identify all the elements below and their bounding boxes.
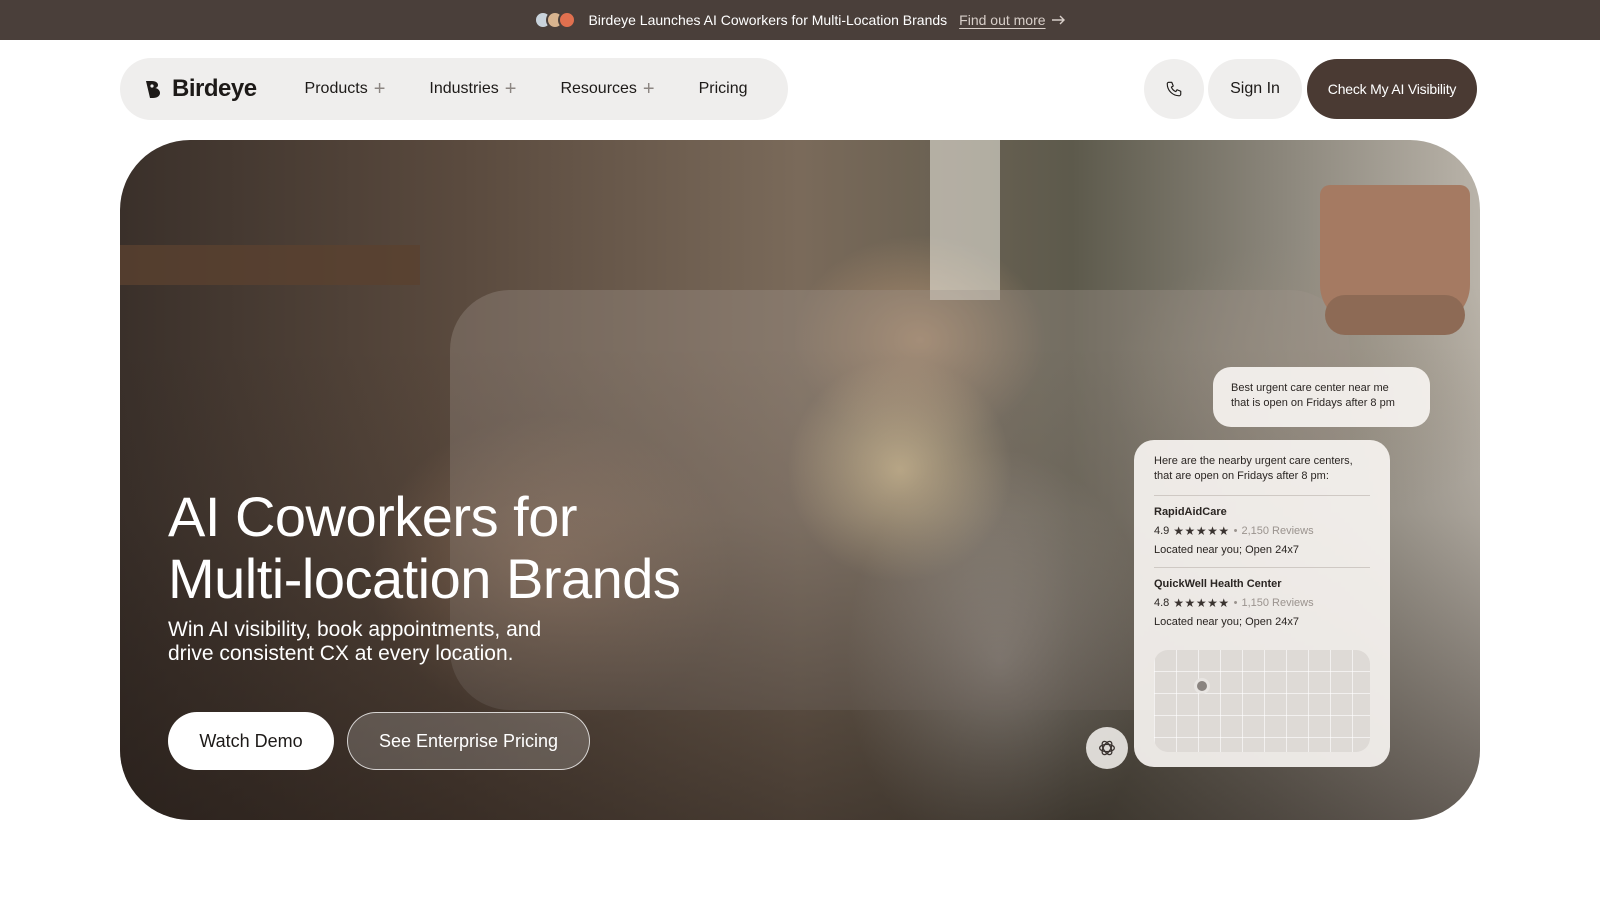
main-navigation: Birdeye Products + Industries + Resource… (120, 58, 788, 120)
result-reviews: 1,150 Reviews (1241, 597, 1314, 609)
chat-query-line: that is open on Fridays after 8 pm (1231, 397, 1395, 409)
nav-label: Industries (429, 80, 499, 97)
star-icon: ★★★★★ (1173, 596, 1230, 610)
result-location: Located near you; Open 24x7 (1154, 616, 1299, 628)
hero-title-line: AI Coworkers for (168, 485, 578, 548)
result-item: QuickWell Health Center 4.8 ★★★★★ • 1,15… (1154, 578, 1370, 628)
avatar (558, 11, 577, 29)
result-name: RapidAidCare (1154, 506, 1227, 518)
hero-subtitle-line: Win AI visibility, book appointments, an… (168, 618, 542, 641)
announcement-avatars (534, 11, 577, 29)
announcement-link-label: Find out more (959, 12, 1046, 28)
chat-answer-card: Here are the nearby urgent care centers,… (1134, 440, 1390, 767)
ai-assistant-icon (1086, 727, 1128, 769)
result-rating: 4.9 (1154, 525, 1170, 537)
birdeye-logo[interactable]: Birdeye (144, 75, 257, 103)
chat-answer-line: Here are the nearby urgent care centers, (1154, 455, 1353, 467)
result-rating-row: 4.9 ★★★★★ • 2,150 Reviews (1154, 524, 1370, 538)
nav-pricing[interactable]: Pricing (699, 80, 748, 98)
announcement-text: Birdeye Launches AI Coworkers for Multi-… (588, 12, 948, 28)
result-reviews: 2,150 Reviews (1241, 525, 1314, 537)
logo-text: Birdeye (172, 75, 257, 102)
phone-button[interactable] (1144, 59, 1204, 119)
star-icon: ★★★★★ (1173, 524, 1230, 538)
birdeye-logo-icon (146, 81, 160, 98)
chat-query-bubble: Best urgent care center near me that is … (1213, 367, 1430, 427)
hero-subtitle: Win AI visibility, book appointments, an… (168, 618, 541, 666)
result-map (1154, 650, 1370, 752)
divider (1154, 567, 1370, 568)
hero-title: AI Coworkers for Multi-location Brands (168, 485, 681, 610)
check-ai-visibility-button[interactable]: Check My AI Visibility (1307, 59, 1477, 119)
chat-answer-line: that are open on Fridays after 8 pm: (1154, 470, 1329, 482)
plus-icon: + (373, 78, 386, 100)
divider (1154, 495, 1370, 496)
result-rating: 4.8 (1154, 597, 1170, 609)
nav-resources[interactable]: Resources + (560, 79, 654, 99)
hero-section: AI Coworkers for Multi-location Brands W… (120, 140, 1480, 820)
nav-industries[interactable]: Industries + (429, 79, 516, 99)
hero-subtitle-line: drive consistent CX at every location. (168, 642, 514, 665)
result-rating-row: 4.8 ★★★★★ • 1,150 Reviews (1154, 596, 1370, 610)
nav-products[interactable]: Products + (305, 79, 386, 99)
result-item: RapidAidCare 4.9 ★★★★★ • 2,150 Reviews L… (1154, 506, 1370, 556)
enterprise-pricing-button[interactable]: See Enterprise Pricing (347, 712, 590, 770)
announcement-link[interactable]: Find out more (959, 12, 1065, 28)
plus-icon: + (504, 78, 517, 100)
result-name: QuickWell Health Center (1154, 578, 1282, 590)
phone-icon (1166, 81, 1182, 97)
map-pin-icon (1194, 678, 1210, 694)
sign-in-button[interactable]: Sign In (1208, 59, 1302, 119)
nav-label: Pricing (698, 80, 748, 97)
chat-query-line: Best urgent care center near me (1231, 382, 1389, 394)
announcement-bar: Birdeye Launches AI Coworkers for Multi-… (0, 0, 1600, 40)
watch-demo-button[interactable]: Watch Demo (168, 712, 334, 770)
plus-icon: + (642, 78, 655, 100)
separator-dot: • (1233, 597, 1238, 609)
nav-label: Resources (560, 80, 637, 97)
chat-answer-intro: Here are the nearby urgent care centers,… (1154, 454, 1370, 484)
hero-title-line: Multi-location Brands (168, 547, 681, 610)
result-location: Located near you; Open 24x7 (1154, 544, 1299, 556)
ai-assistant-glyph (1099, 740, 1115, 756)
separator-dot: • (1233, 525, 1238, 537)
arrow-right-icon (1051, 15, 1065, 25)
nav-label: Products (304, 80, 368, 97)
